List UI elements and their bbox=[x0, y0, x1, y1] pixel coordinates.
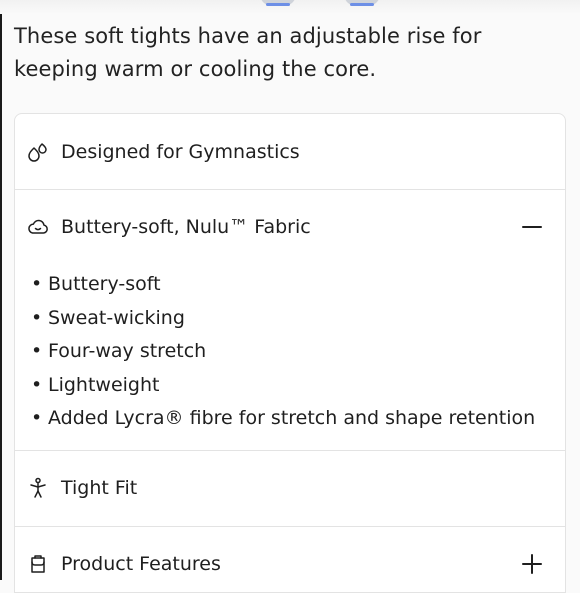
expand-plus-icon[interactable] bbox=[521, 553, 543, 575]
accordion-header-fabric[interactable]: Buttery-soft, Nulu™ Fabric bbox=[15, 190, 565, 264]
accordion-title-fabric: Buttery-soft, Nulu™ Fabric bbox=[61, 216, 521, 238]
drops-icon bbox=[25, 139, 51, 165]
fit-figure-icon bbox=[25, 475, 51, 501]
cloud-smile-icon bbox=[25, 214, 51, 240]
accordion-title-features: Product Features bbox=[61, 553, 521, 575]
list-item-text: Lightweight bbox=[48, 369, 159, 403]
accordion-item-gymnastics: Designed for Gymnastics bbox=[15, 114, 565, 190]
list-item-text: Added Lycra® fibre for stretch and shape… bbox=[48, 402, 535, 436]
list-item: •Sweat-wicking bbox=[31, 302, 565, 336]
accordion-header-gymnastics[interactable]: Designed for Gymnastics bbox=[15, 114, 565, 189]
list-item-text: Sweat-wicking bbox=[48, 302, 185, 336]
accordion-title-gymnastics: Designed for Gymnastics bbox=[61, 141, 543, 163]
right-shoe-image bbox=[344, 0, 380, 6]
list-item-text: Four-way stretch bbox=[48, 335, 206, 369]
list-item: •Lightweight bbox=[31, 369, 565, 403]
fabric-features-list: •Buttery-soft •Sweat-wicking •Four-way s… bbox=[31, 268, 565, 436]
accordion-header-fit[interactable]: Tight Fit bbox=[15, 451, 565, 526]
collapse-minus-icon[interactable] bbox=[521, 216, 543, 238]
product-description: These soft tights have an adjustable ris… bbox=[14, 20, 564, 86]
accordion-header-features[interactable]: Product Features bbox=[15, 527, 565, 593]
list-item: •Four-way stretch bbox=[31, 335, 565, 369]
list-item: •Added Lycra® fibre for stretch and shap… bbox=[31, 402, 565, 436]
product-details-accordion: Designed for Gymnastics Buttery-soft, Nu… bbox=[14, 113, 566, 593]
accordion-item-fabric: Buttery-soft, Nulu™ Fabric •Buttery-soft… bbox=[15, 190, 565, 451]
product-image-bottom bbox=[0, 0, 580, 14]
features-icon bbox=[25, 551, 51, 577]
list-item: •Buttery-soft bbox=[31, 268, 565, 302]
page-left-border bbox=[0, 0, 2, 580]
left-shoe-image bbox=[260, 0, 296, 6]
accordion-title-fit: Tight Fit bbox=[61, 477, 543, 499]
list-item-text: Buttery-soft bbox=[48, 268, 161, 302]
accordion-item-features: Product Features bbox=[15, 527, 565, 593]
accordion-body-fabric: •Buttery-soft •Sweat-wicking •Four-way s… bbox=[15, 264, 565, 450]
accordion-item-fit: Tight Fit bbox=[15, 451, 565, 527]
